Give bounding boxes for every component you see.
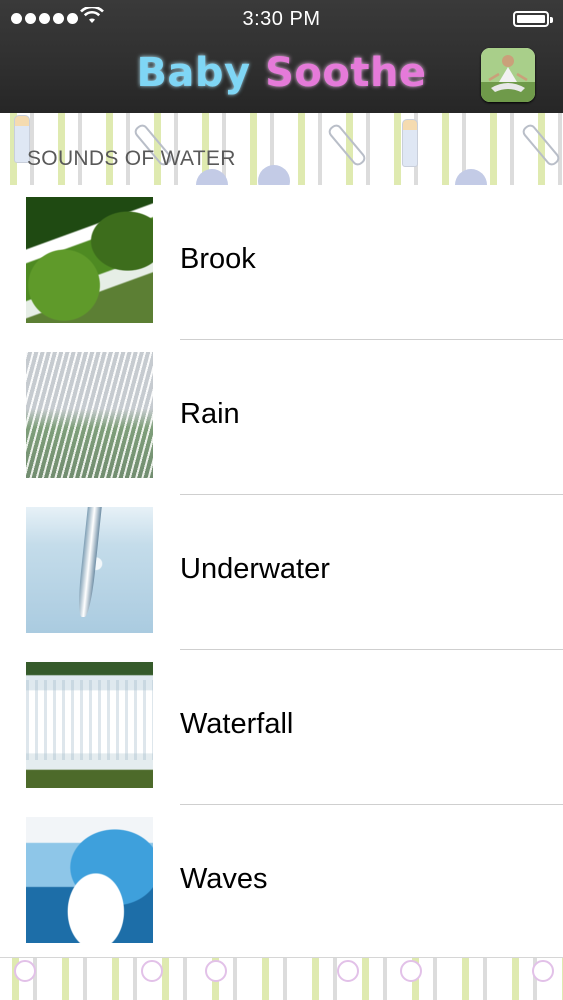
rain-thumbnail [26,352,153,478]
list-item-brook[interactable]: Brook [0,185,563,340]
decorative-dot [258,165,290,185]
status-time: 3:30 PM [242,8,321,30]
rattle-icon [337,960,359,982]
list-item-label: Rain [180,398,240,430]
sound-list: Brook Rain Underwater Waterfall Waves [0,185,563,957]
decorative-dot [455,169,487,185]
rattle-icon [14,960,36,982]
rattle-icon [141,960,163,982]
baby-bottle-icon [402,119,418,167]
app-title-part2: Soothe [265,50,427,96]
list-item-label: Brook [180,243,256,275]
meditation-avatar-icon [481,48,535,102]
waves-thumbnail [26,817,153,943]
safety-pin-icon [520,122,562,168]
section-title: SOUNDS OF WATER [27,147,236,170]
navigation-bar: 3:30 PM Baby Soothe [0,0,563,113]
underwater-thumbnail [26,507,153,633]
brook-thumbnail [26,197,153,323]
app-title: Baby Soothe [0,50,563,96]
status-bar: 3:30 PM [0,0,563,38]
safety-pin-icon [326,122,368,168]
list-item-rain[interactable]: Rain [0,340,563,495]
list-item-label: Waterfall [180,708,294,740]
rattle-icon [532,960,554,982]
list-item-waterfall[interactable]: Waterfall [0,650,563,805]
rattle-icon [205,960,227,982]
section-header: SOUNDS OF WATER [0,113,563,185]
decorative-footer [0,957,563,1000]
waterfall-thumbnail [26,662,153,788]
app-title-part1: Baby [136,50,251,96]
decorative-dot [196,169,228,185]
list-item-label: Underwater [180,553,330,585]
list-item-waves[interactable]: Waves [0,805,563,960]
meditation-avatar-button[interactable] [481,48,535,102]
rattle-icon [400,960,422,982]
list-item-underwater[interactable]: Underwater [0,495,563,650]
battery-icon [513,11,553,27]
list-item-label: Waves [180,863,268,895]
